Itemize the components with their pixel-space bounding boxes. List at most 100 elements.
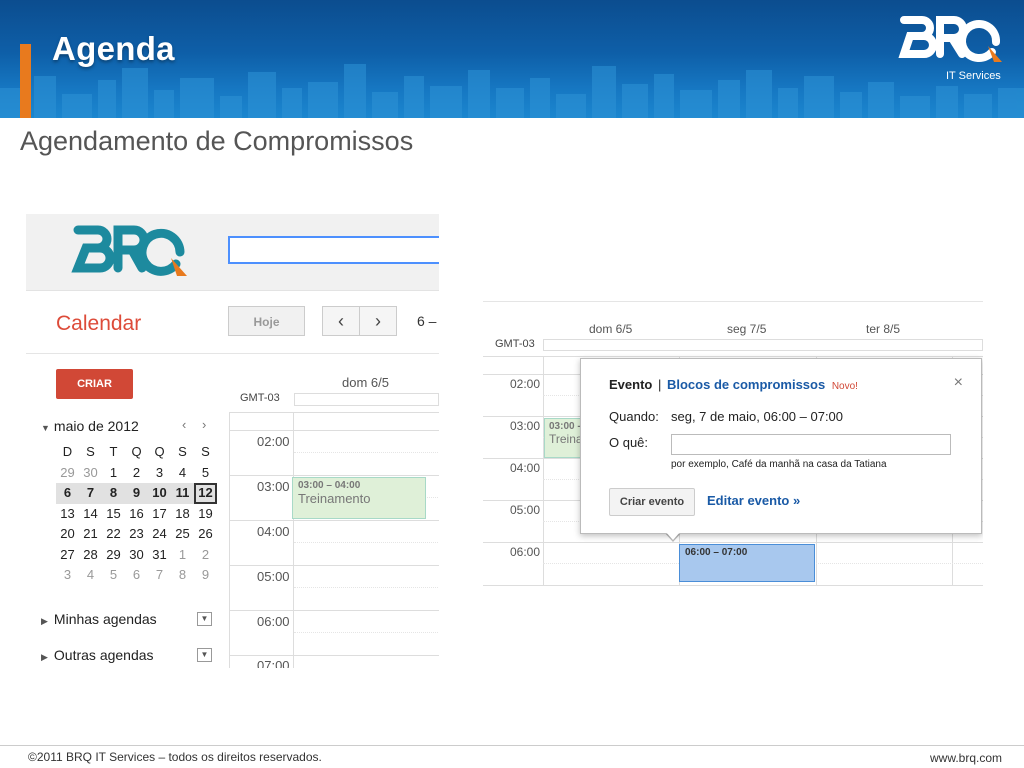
new-badge: Novo!	[831, 381, 858, 392]
top-bar	[26, 214, 439, 291]
mini-calendar-month[interactable]: ▼ maio de 2012	[41, 418, 139, 434]
half-hour-line	[294, 587, 439, 588]
day-cell[interactable]: 4	[171, 463, 194, 484]
hour-line	[483, 585, 983, 586]
day-cell[interactable]: 2	[194, 545, 217, 566]
timezone-label: GMT-03	[240, 392, 280, 404]
day-cell[interactable]: 5	[102, 565, 125, 586]
divider	[26, 353, 439, 354]
day-cell[interactable]: 30	[79, 463, 102, 484]
day-cell[interactable]: 29	[56, 463, 79, 484]
day-cell[interactable]: 8	[171, 565, 194, 586]
day-cell-today[interactable]: 12	[194, 483, 217, 504]
day-cell[interactable]: 9	[125, 483, 148, 504]
week-row: 29 30 1 2 3 4 5	[56, 463, 217, 484]
what-input[interactable]	[671, 434, 951, 455]
day-cell[interactable]: 30	[125, 545, 148, 566]
day-cell[interactable]: 20	[56, 524, 79, 545]
day-cell[interactable]: 14	[79, 504, 102, 525]
tab-event[interactable]: Evento	[609, 377, 652, 392]
time-label: 04:00	[257, 524, 290, 539]
day-cell[interactable]: 17	[148, 504, 171, 525]
day-cell[interactable]: 10	[148, 483, 171, 504]
date-nav: ‹ ›	[322, 306, 397, 336]
my-calendars-toggle[interactable]: ▶ Minhas agendas	[41, 611, 157, 627]
tab-appointment-blocks[interactable]: Blocos de compromissos	[667, 377, 825, 392]
create-button[interactable]: CRIAR	[56, 369, 133, 399]
chevron-left-icon[interactable]: ‹	[182, 417, 186, 432]
day-cell[interactable]: 26	[194, 524, 217, 545]
day-cell[interactable]: 29	[102, 545, 125, 566]
half-hour-line	[294, 632, 439, 633]
day-cell[interactable]: 8	[102, 483, 125, 504]
time-grid[interactable]	[229, 412, 439, 668]
all-day-slot[interactable]	[294, 393, 439, 406]
day-cell[interactable]: 6	[125, 565, 148, 586]
day-cell[interactable]: 24	[148, 524, 171, 545]
chevron-right-icon[interactable]: ›	[359, 307, 396, 335]
day-cell[interactable]: 7	[79, 483, 102, 504]
day-cell[interactable]: 19	[194, 504, 217, 525]
day-cell[interactable]: 27	[56, 545, 79, 566]
all-day-slot[interactable]	[543, 339, 983, 351]
day-column-header[interactable]: ter 8/5	[866, 322, 900, 336]
week-row: 20 21 22 23 24 25 26	[56, 524, 217, 545]
day-cell[interactable]: 28	[79, 545, 102, 566]
day-cell[interactable]: 25	[171, 524, 194, 545]
day-cell[interactable]: 16	[125, 504, 148, 525]
new-event-block[interactable]: 06:00 – 07:00	[679, 544, 815, 582]
weekday-label: D	[62, 444, 73, 459]
day-cell[interactable]: 15	[102, 504, 125, 525]
slide-subtitle: Agendamento de Compromissos	[20, 126, 414, 156]
footer-site: www.brq.com	[930, 751, 1003, 765]
hour-line	[230, 475, 439, 476]
day-cell[interactable]: 11	[171, 483, 194, 504]
chevron-left-icon[interactable]: ‹	[323, 307, 359, 335]
dropdown-arrow-icon[interactable]: ▼	[197, 648, 212, 662]
day-cell[interactable]: 3	[56, 565, 79, 586]
when-value: seg, 7 de maio, 06:00 – 07:00	[671, 409, 844, 424]
edit-event-link[interactable]: Editar evento »	[707, 493, 800, 508]
day-cell[interactable]: 31	[148, 545, 171, 566]
day-cell[interactable]: 2	[125, 463, 148, 484]
half-hour-line	[294, 452, 439, 453]
mini-calendar: D S T Q Q S S 29 30 1 2 3 4 5 6 7 8 9 10…	[56, 442, 217, 586]
search-input[interactable]	[228, 236, 439, 264]
dropdown-arrow-icon[interactable]: ▼	[197, 612, 212, 626]
what-hint: por exemplo, Café da manhã na casa da Ta…	[671, 459, 887, 470]
day-cell[interactable]: 4	[79, 565, 102, 586]
other-calendars-toggle[interactable]: ▶ Outras agendas	[41, 647, 154, 663]
day-cell[interactable]: 22	[102, 524, 125, 545]
week-row-selected: 6 7 8 9 10 11 12	[56, 483, 217, 504]
day-cell[interactable]: 5	[194, 463, 217, 484]
hour-line	[230, 565, 439, 566]
day-cell[interactable]: 6	[56, 483, 79, 504]
day-cell[interactable]: 21	[79, 524, 102, 545]
day-cell[interactable]: 9	[194, 565, 217, 586]
day-column-header[interactable]: dom 6/5	[589, 322, 632, 336]
chevron-right-icon[interactable]: ›	[202, 417, 206, 432]
time-label: 02:00	[257, 434, 290, 449]
event-treinamento[interactable]: 03:00 – 04:00 Treinamento	[292, 477, 426, 519]
accent-bar	[20, 44, 31, 118]
day-cell[interactable]: 1	[102, 463, 125, 484]
day-cell[interactable]: 3	[148, 463, 171, 484]
weekday-label: T	[109, 444, 118, 459]
tab-separator: |	[657, 377, 662, 392]
half-hour-line	[294, 542, 439, 543]
day-cell[interactable]: 18	[171, 504, 194, 525]
day-cell[interactable]: 1	[171, 545, 194, 566]
hour-line	[483, 356, 983, 357]
today-button[interactable]: Hoje	[228, 306, 305, 336]
footer-copyright: ©2011 BRQ IT Services – todos os direito…	[28, 750, 322, 764]
close-icon[interactable]: ×	[954, 374, 963, 392]
caret-right-icon: ▶	[41, 652, 48, 662]
weekday-label: Q	[131, 444, 142, 459]
day-cell[interactable]: 7	[148, 565, 171, 586]
day-column-header[interactable]: dom 6/5	[342, 375, 389, 390]
create-event-button[interactable]: Criar evento	[609, 488, 695, 516]
day-cell[interactable]: 23	[125, 524, 148, 545]
day-column-header[interactable]: seg 7/5	[727, 322, 766, 336]
day-cell[interactable]: 13	[56, 504, 79, 525]
time-label: 07:00	[257, 658, 290, 668]
